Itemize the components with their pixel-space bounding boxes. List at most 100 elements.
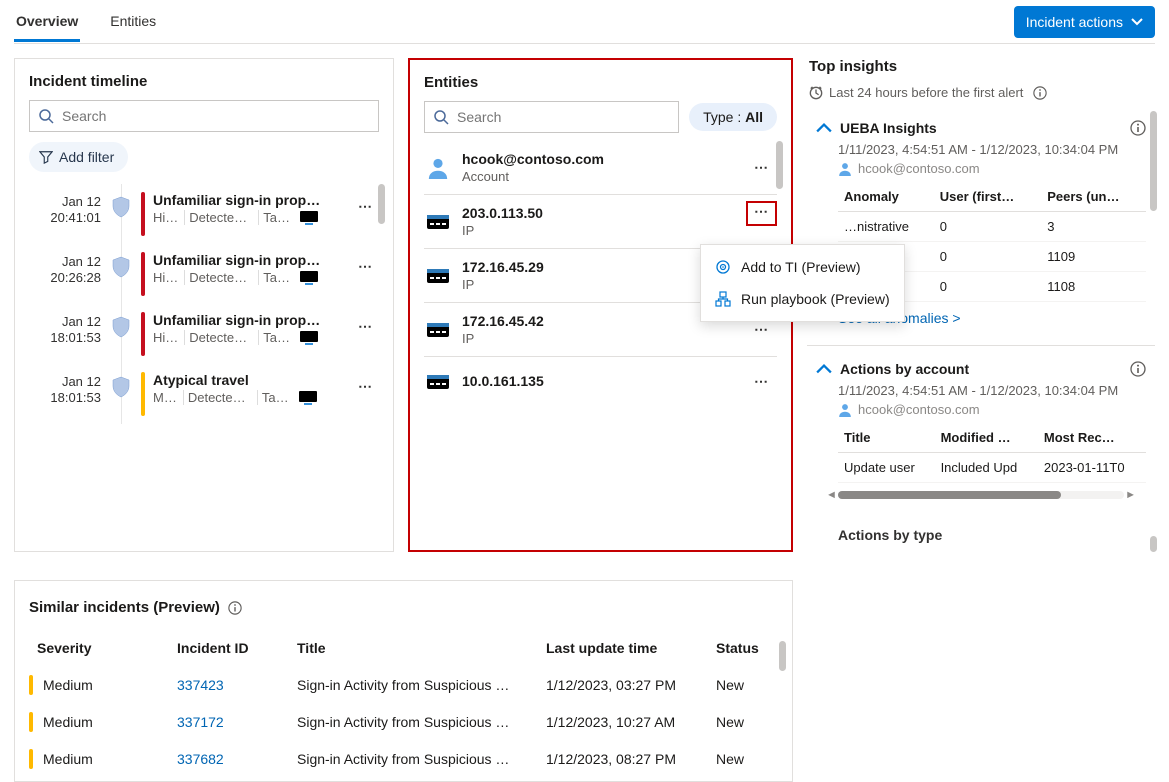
similar-scrollbar[interactable] xyxy=(779,641,786,775)
shield-icon xyxy=(111,196,131,218)
col-anomaly[interactable]: Anomaly xyxy=(838,182,934,212)
col-user[interactable]: User (first… xyxy=(934,182,1041,212)
entities-type-filter[interactable]: Type : All xyxy=(689,103,777,131)
col-severity[interactable]: Severity xyxy=(29,630,169,667)
entities-search-input[interactable] xyxy=(455,108,670,126)
timeline-item-title: Unfamiliar sign-in prop… xyxy=(153,252,352,268)
info-icon[interactable] xyxy=(1130,120,1146,136)
timeline-item[interactable]: Jan 1218:01:53 Atypical travel M… Detect… xyxy=(29,364,379,424)
timeline-item-more[interactable]: ⋯ xyxy=(352,192,379,221)
entity-item-more[interactable]: ⋯ xyxy=(752,201,771,221)
col-time[interactable]: Last update time xyxy=(538,630,708,667)
col-title[interactable]: Title xyxy=(289,630,538,667)
entity-item-more[interactable]: ⋯ xyxy=(748,153,775,182)
incident-id-link[interactable]: 337423 xyxy=(177,677,224,693)
timeline-scrollbar[interactable] xyxy=(378,184,385,424)
info-icon[interactable] xyxy=(1130,361,1146,377)
entity-name: 10.0.161.135 xyxy=(462,373,544,389)
col-peers[interactable]: Peers (un… xyxy=(1041,182,1146,212)
timeline-item[interactable]: Jan 1218:01:53 Unfamiliar sign-in prop… … xyxy=(29,304,379,364)
entity-name: 203.0.113.50 xyxy=(462,205,543,221)
entity-context-menu: Add to TI (Preview) Run playbook (Previe… xyxy=(700,244,905,322)
incident-actions-label: Incident actions xyxy=(1026,14,1123,30)
add-filter-button[interactable]: Add filter xyxy=(29,142,128,172)
timeline-time: Jan 1220:41:01 xyxy=(29,192,101,227)
ueba-insights-title: UEBA Insights xyxy=(840,120,937,136)
table-row[interactable]: Medium 337682 Sign-in Activity from Susp… xyxy=(29,741,778,778)
playbook-icon xyxy=(715,291,731,307)
col-title[interactable]: Title xyxy=(838,423,935,453)
monitor-icon xyxy=(300,271,318,285)
insights-range: Last 24 hours before the first alert xyxy=(829,85,1023,100)
entity-kind: IP xyxy=(462,277,544,292)
table-row: Update userIncluded Upd2023-01-11T0 xyxy=(838,453,1146,483)
menu-add-to-ti[interactable]: Add to TI (Preview) xyxy=(701,251,904,283)
actions-user: hcook@contoso.com xyxy=(858,402,980,417)
entities-title: Entities xyxy=(410,60,791,101)
timeline-item-more[interactable]: ⋯ xyxy=(352,372,379,401)
timeline-time: Jan 1218:01:53 xyxy=(29,312,101,347)
person-icon xyxy=(427,157,449,179)
insights-scrollbar[interactable] xyxy=(1150,111,1157,552)
timeline-item-more[interactable]: ⋯ xyxy=(352,252,379,281)
timeline-item-more[interactable]: ⋯ xyxy=(352,312,379,341)
timeline-item[interactable]: Jan 1220:26:28 Unfamiliar sign-in prop… … xyxy=(29,244,379,304)
col-most[interactable]: Most Rec… xyxy=(1038,423,1146,453)
timeline-item-title: Atypical travel xyxy=(153,372,352,388)
highlight-box: ⋯ xyxy=(746,201,777,226)
entity-kind: IP xyxy=(462,331,544,346)
col-status[interactable]: Status xyxy=(708,630,778,667)
entity-item[interactable]: 10.0.161.135 ⋯ xyxy=(424,356,777,406)
timeline-item-title: Unfamiliar sign-in prop… xyxy=(153,312,352,328)
timeline-item-title: Unfamiliar sign-in prop… xyxy=(153,192,352,208)
collapse-icon[interactable] xyxy=(816,361,832,377)
ip-icon xyxy=(426,320,450,340)
severity-bar xyxy=(141,312,145,356)
info-icon[interactable] xyxy=(1033,86,1047,100)
actions-hscrollbar[interactable]: ◄ ► xyxy=(838,491,1124,499)
monitor-icon xyxy=(300,331,318,345)
search-icon xyxy=(38,108,54,124)
entity-name: 172.16.45.29 xyxy=(462,259,544,275)
entity-kind: IP xyxy=(462,223,543,238)
target-icon xyxy=(715,259,731,275)
ip-icon xyxy=(426,372,450,392)
entity-name: hcook@contoso.com xyxy=(462,151,604,167)
col-id[interactable]: Incident ID xyxy=(169,630,289,667)
info-icon[interactable] xyxy=(228,601,242,615)
menu-run-playbook[interactable]: Run playbook (Preview) xyxy=(701,283,904,315)
ip-icon xyxy=(426,212,450,232)
actions-by-account-card: Actions by account 1/11/2023, 4:54:51 AM… xyxy=(807,352,1155,508)
tab-entities[interactable]: Entities xyxy=(108,3,158,41)
top-insights-title: Top insights xyxy=(807,58,1155,75)
timeline-item[interactable]: Jan 1220:41:01 Unfamiliar sign-in prop… … xyxy=(29,184,379,244)
severity-bar xyxy=(141,372,145,416)
similar-incidents-title: Similar incidents (Preview) xyxy=(29,599,220,616)
actions-by-account-title: Actions by account xyxy=(840,361,969,377)
ueba-range: 1/11/2023, 4:54:51 AM - 1/12/2023, 10:34… xyxy=(838,142,1146,157)
incident-actions-button[interactable]: Incident actions xyxy=(1014,6,1155,38)
timeline-time: Jan 1220:26:28 xyxy=(29,252,101,287)
entities-search[interactable] xyxy=(424,101,679,133)
table-row[interactable]: Medium 337172 Sign-in Activity from Susp… xyxy=(29,704,778,741)
entity-item-more[interactable]: ⋯ xyxy=(748,367,775,396)
ueba-user: hcook@contoso.com xyxy=(858,161,980,176)
monitor-icon xyxy=(300,211,318,225)
actions-range: 1/11/2023, 4:54:51 AM - 1/12/2023, 10:34… xyxy=(838,383,1146,398)
entity-kind: Account xyxy=(462,169,604,184)
severity-bar xyxy=(29,749,33,769)
table-row[interactable]: Medium 337423 Sign-in Activity from Susp… xyxy=(29,667,778,704)
incident-id-link[interactable]: 337172 xyxy=(177,714,224,730)
entity-item[interactable]: hcook@contoso.com Account ⋯ xyxy=(424,141,777,194)
filter-icon xyxy=(39,150,53,164)
entity-item[interactable]: 203.0.113.50 IP ⋯ xyxy=(424,194,777,248)
timeline-search[interactable] xyxy=(29,100,379,132)
clock-icon xyxy=(809,86,823,100)
search-icon xyxy=(433,109,449,125)
tab-overview[interactable]: Overview xyxy=(14,3,80,42)
col-modified[interactable]: Modified … xyxy=(935,423,1038,453)
monitor-icon xyxy=(299,391,317,405)
incident-id-link[interactable]: 337682 xyxy=(177,751,224,767)
collapse-icon[interactable] xyxy=(816,120,832,136)
timeline-search-input[interactable] xyxy=(60,107,370,125)
